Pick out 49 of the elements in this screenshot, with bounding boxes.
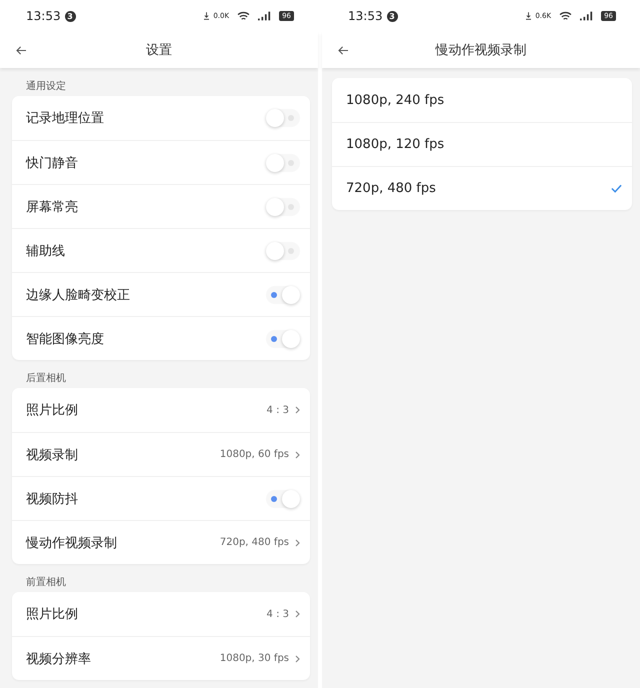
setting-label: 智能图像亮度: [26, 330, 104, 348]
chevron-icon[interactable]: [295, 610, 300, 618]
setting-label: 照片比例: [26, 402, 78, 419]
setting-label: 视频录制: [26, 446, 78, 464]
wifi-icon: [237, 11, 250, 21]
back-icon[interactable]: [338, 46, 349, 54]
section-header: 后置相机: [25, 372, 67, 386]
chevron-icon[interactable]: [295, 406, 300, 414]
notification-badge: 3: [386, 10, 398, 22]
chevron-icon[interactable]: [295, 654, 300, 662]
setting-label: 慢动作视频录制: [26, 534, 117, 552]
setting-value: 4 : 3: [266, 608, 289, 620]
setting-label: 边缘人脸畸变校正: [26, 286, 130, 304]
setting-value: 1080p, 60 fps: [220, 449, 289, 460]
screen-title: 设置: [146, 42, 172, 59]
option-item[interactable]: 1080p, 240 fps: [332, 78, 632, 122]
back-icon[interactable]: [16, 46, 27, 54]
setting-label: 屏幕常亮: [26, 198, 78, 216]
toggle-switch[interactable]: [266, 490, 300, 508]
chevron-icon[interactable]: [295, 538, 300, 546]
toggle-switch[interactable]: [266, 330, 300, 348]
section-header: 前置相机: [25, 576, 67, 590]
setting-value: 1080p, 30 fps: [220, 653, 289, 664]
section-header: 通用设定: [25, 80, 67, 94]
toggle-switch[interactable]: [266, 109, 300, 127]
option-item[interactable]: 720p, 480 fps: [332, 166, 632, 210]
toggle-switch[interactable]: [266, 286, 300, 304]
setting-label: 辅助线: [26, 242, 65, 260]
toggle-switch[interactable]: [266, 242, 300, 260]
setting-label: 视频防抖: [26, 490, 78, 508]
signal-icon: [258, 11, 272, 21]
setting-label: 记录地理位置: [26, 110, 104, 127]
toggle-switch[interactable]: [266, 154, 300, 172]
option-item[interactable]: 1080p, 120 fps: [332, 122, 632, 166]
signal-icon: [580, 11, 594, 21]
notification-badge: 3: [64, 10, 76, 22]
setting-value: 720p, 480 fps: [220, 537, 289, 548]
toggle-switch[interactable]: [266, 198, 300, 216]
status-time: 13:53: [348, 9, 383, 23]
screen-title: 慢动作视频录制: [436, 42, 526, 59]
download-icon: [526, 12, 532, 20]
chevron-icon[interactable]: [295, 450, 300, 458]
setting-value: 4 : 3: [266, 404, 289, 416]
setting-label: 快门静音: [26, 154, 78, 172]
setting-label: 视频分辨率: [26, 650, 91, 668]
download-icon: [204, 12, 210, 20]
wifi-icon: [559, 11, 572, 21]
setting-label: 照片比例: [26, 606, 78, 623]
status-time: 13:53: [26, 9, 61, 23]
